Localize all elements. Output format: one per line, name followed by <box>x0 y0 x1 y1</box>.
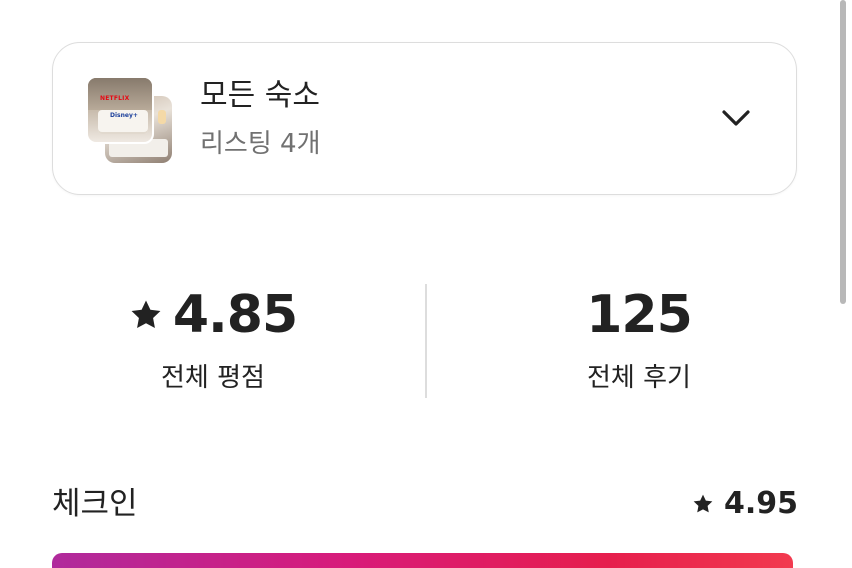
total-reviews-label: 전체 후기 <box>587 363 691 393</box>
category-label: 체크인 <box>52 486 138 522</box>
listing-thumbnail: NETFLIX Disney+ <box>86 76 154 144</box>
listing-selector-title: 모든 숙소 <box>200 78 320 113</box>
listing-count: 리스팅 4개 <box>200 129 321 159</box>
category-score: 4.95 <box>723 486 798 521</box>
reviews-summary-page: NETFLIX Disney+ 모든 숙소 리스팅 4개 4.85 전체 평점 … <box>0 0 852 568</box>
overall-rating-value: 4.85 <box>172 285 298 345</box>
category-rating-bar <box>52 553 793 568</box>
star-icon <box>131 300 161 329</box>
review-stats: 4.85 전체 평점 125 전체 후기 <box>0 282 852 400</box>
scrollbar[interactable] <box>840 0 846 304</box>
thumbnail-disney-text: Disney+ <box>110 112 138 119</box>
overall-rating-label: 전체 평점 <box>161 363 265 393</box>
thumbnail-netflix-text: NETFLIX <box>100 95 130 102</box>
star-icon <box>693 494 713 513</box>
listing-selector[interactable]: NETFLIX Disney+ 모든 숙소 리스팅 4개 <box>52 42 797 195</box>
category-rating-checkin: 체크인 4.95 <box>52 482 798 526</box>
listing-thumbnail-stack: NETFLIX Disney+ <box>86 76 176 166</box>
total-reviews-stat: 125 전체 후기 <box>426 282 852 396</box>
chevron-down-icon[interactable] <box>720 107 752 129</box>
category-score-row: 4.95 <box>692 484 798 524</box>
overall-rating-value-row: 4.85 <box>0 282 426 348</box>
total-reviews-value: 125 <box>586 285 693 345</box>
overall-rating-stat: 4.85 전체 평점 <box>0 282 426 396</box>
